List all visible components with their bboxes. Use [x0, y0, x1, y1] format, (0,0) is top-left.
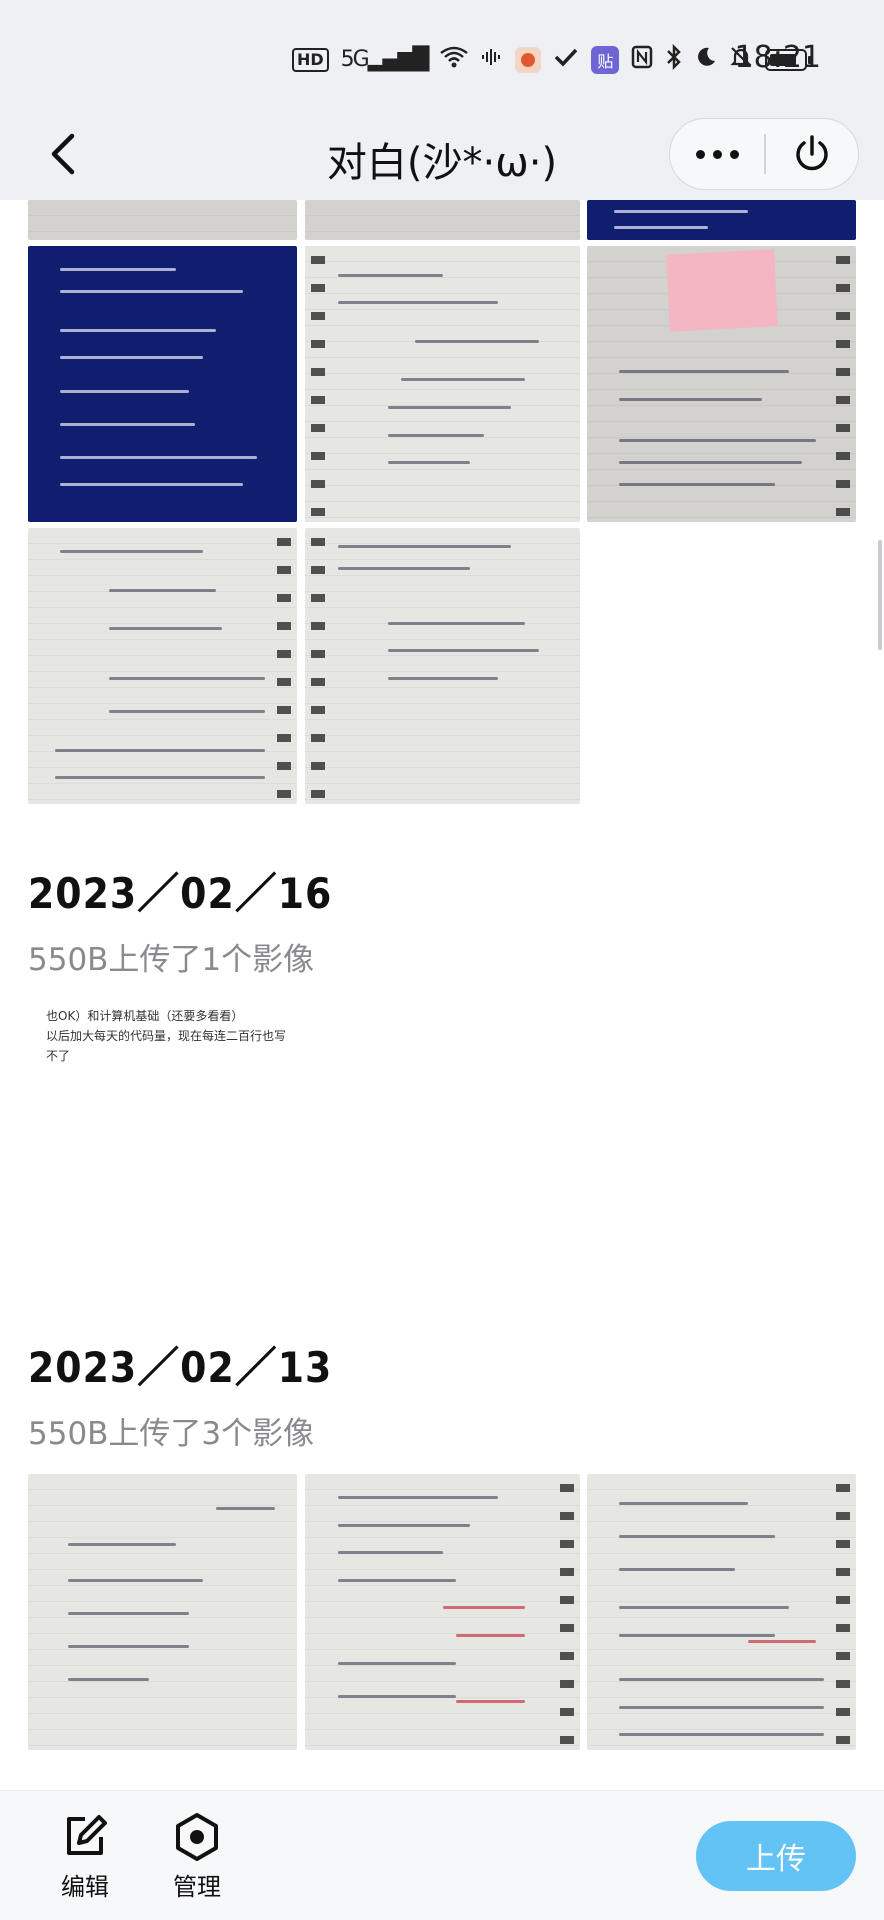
photo-thumbnail[interactable]	[28, 246, 297, 522]
moon-icon	[695, 46, 717, 73]
upload-info: 550B上传了3个影像	[28, 1416, 315, 1452]
date-heading: 2023／02／16	[28, 869, 333, 918]
status-icons: HD 5G▂▄▆█ 贴	[292, 43, 812, 75]
date-heading: 2023／02／13	[28, 1343, 333, 1392]
nav-bar: 对白(沙*·ω·)	[0, 110, 884, 200]
network-label: 5G	[340, 47, 370, 72]
snippet-line: 以后加大每天的代码量，现在每连二百行也写	[46, 1029, 287, 1043]
photo-thumbnail[interactable]	[587, 1474, 856, 1750]
clock: 18:21	[734, 40, 821, 75]
status-bar: HD 5G▂▄▆█ 贴 18:21	[0, 0, 884, 110]
app-check-icon	[553, 45, 579, 74]
app-notification-icon	[515, 46, 542, 73]
audio-wave-icon	[481, 46, 503, 73]
more-icon[interactable]	[670, 119, 764, 189]
hd-icon: HD	[292, 47, 329, 72]
scrollbar-thumb[interactable]	[878, 540, 882, 650]
photo-thumbnail[interactable]	[305, 1474, 580, 1750]
snippet-line: 不了	[46, 1049, 71, 1063]
upload-button[interactable]: 上传	[696, 1821, 856, 1891]
nfc-icon	[631, 45, 653, 74]
photo-thumbnail[interactable]	[305, 528, 580, 804]
bottom-toolbar: 编辑 管理 上传	[0, 1790, 884, 1920]
manage-label: 管理	[173, 1873, 221, 1901]
manage-icon	[176, 1813, 218, 1861]
photo-thumbnail[interactable]	[28, 528, 297, 804]
bluetooth-icon	[665, 43, 683, 75]
photo-thumbnail[interactable]	[305, 246, 580, 522]
text-snippet-thumbnail[interactable]: 也OK）和计算机基础（还要多看看） 以后加大每天的代码量，现在每连二百行也写 不…	[28, 1006, 288, 1076]
edit-icon	[67, 1815, 107, 1855]
edit-label: 编辑	[61, 1873, 109, 1901]
close-power-icon[interactable]	[766, 119, 859, 189]
wifi-icon	[439, 45, 469, 74]
edit-button[interactable]: 编辑	[40, 1811, 130, 1902]
snippet-line: 也OK）和计算机基础（还要多看看）	[46, 1009, 244, 1023]
photo-thumbnail[interactable]	[305, 200, 580, 240]
photo-thumbnail[interactable]	[28, 1474, 297, 1750]
signal-icon: 5G▂▄▆█	[340, 47, 430, 72]
timeline-content[interactable]: 2023／02／16 550B上传了1个影像 也OK）和计算机基础（还要多看看）…	[0, 200, 884, 1790]
photo-thumbnail[interactable]	[28, 200, 297, 240]
tie-app-icon: 贴	[591, 45, 620, 74]
mini-program-capsule	[669, 118, 859, 190]
manage-button[interactable]: 管理	[152, 1811, 242, 1902]
upload-info: 550B上传了1个影像	[28, 942, 315, 978]
photo-thumbnail[interactable]	[587, 200, 856, 240]
photo-thumbnail[interactable]	[587, 246, 856, 522]
